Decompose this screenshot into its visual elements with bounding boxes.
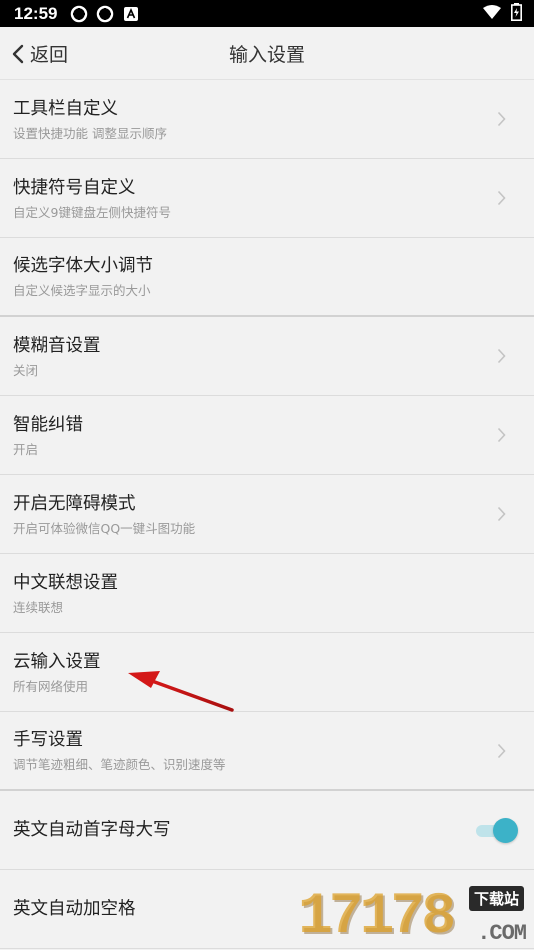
app-notification-icon-2 — [95, 4, 115, 24]
setting-handwriting[interactable]: 手写设置 调节笔迹粗细、笔迹颜色、识别速度等 — [0, 712, 534, 791]
chevron-right-icon — [497, 743, 506, 758]
battery-icon — [511, 2, 522, 25]
chevron-right-icon — [497, 427, 506, 443]
setting-subtitle: 连续联想 — [13, 599, 64, 615]
setting-title: 模糊音设置 — [13, 335, 101, 356]
setting-smart-correction[interactable]: 智能纠错 开启 — [0, 396, 534, 475]
app-notification-icon — [69, 4, 89, 24]
setting-shortcut-symbols[interactable]: 快捷符号自定义 自定义9键键盘左侧快捷符号 — [0, 159, 534, 238]
setting-title: 中文联想设置 — [13, 572, 118, 593]
setting-title: 工具栏自定义 — [13, 98, 118, 119]
setting-subtitle: 设置快捷功能 调整显示顺序 — [13, 125, 167, 141]
setting-fuzzy-pinyin[interactable]: 模糊音设置 关闭 — [0, 317, 534, 396]
setting-cloud-input[interactable]: 云输入设置 所有网络使用 — [0, 633, 534, 712]
setting-title: 候选字体大小调节 — [13, 256, 153, 276]
setting-subtitle: 开启可体验微信QQ一键斗图功能 — [13, 520, 196, 536]
status-time: 12:59 — [14, 3, 58, 23]
setting-chinese-association[interactable]: 中文联想设置 连续联想 — [0, 554, 534, 633]
setting-subtitle: 开启 — [13, 441, 39, 457]
setting-subtitle: 自定义候选字显示的大小 — [13, 283, 151, 298]
setting-title: 智能纠错 — [13, 414, 83, 435]
setting-title: 云输入设置 — [13, 651, 101, 672]
nav-bar: 返回 输入设置 — [0, 27, 534, 80]
settings-list: 工具栏自定义 设置快捷功能 调整显示顺序 快捷符号自定义 自定义9键键盘左侧快捷… — [0, 80, 534, 949]
back-label: 返回 — [30, 44, 69, 66]
toggle-knob — [493, 818, 518, 843]
watermark-badge: 下载站 — [468, 886, 524, 911]
setting-subtitle: 所有网络使用 — [13, 678, 89, 694]
setting-title: 快捷符号自定义 — [13, 177, 136, 198]
watermark-domain: .COM — [477, 921, 527, 946]
chevron-right-icon — [497, 506, 506, 522]
site-watermark: 17178 下载站 .COM — [298, 886, 528, 948]
watermark-digits: 17178 — [298, 885, 456, 950]
setting-candidate-font-size[interactable]: 候选字体大小调节 自定义候选字显示的大小 — [0, 238, 534, 317]
setting-english-auto-capitalize[interactable]: 英文自动首字母大写 — [0, 791, 534, 870]
chevron-right-icon — [497, 111, 506, 127]
setting-title: 英文自动首字母大写 — [13, 820, 171, 840]
accessibility-a-icon — [121, 4, 141, 24]
auto-capitalize-toggle[interactable] — [472, 817, 518, 843]
setting-toolbar-customize[interactable]: 工具栏自定义 设置快捷功能 调整显示顺序 — [0, 80, 534, 159]
setting-title: 开启无障碍模式 — [13, 493, 136, 514]
setting-subtitle: 关闭 — [13, 362, 39, 378]
setting-title: 手写设置 — [13, 730, 83, 750]
chevron-left-icon — [12, 44, 24, 63]
setting-accessibility-mode[interactable]: 开启无障碍模式 开启可体验微信QQ一键斗图功能 — [0, 475, 534, 554]
page-title: 输入设置 — [228, 43, 305, 66]
wifi-icon — [483, 4, 501, 23]
setting-subtitle: 自定义9键键盘左侧快捷符号 — [13, 204, 171, 220]
status-bar: 12:59 — [0, 0, 534, 27]
chevron-right-icon — [497, 190, 506, 206]
back-button[interactable]: 返回 — [12, 27, 68, 80]
chevron-right-icon — [497, 348, 506, 364]
setting-subtitle: 调节笔迹粗细、笔迹颜色、识别速度等 — [13, 757, 226, 772]
